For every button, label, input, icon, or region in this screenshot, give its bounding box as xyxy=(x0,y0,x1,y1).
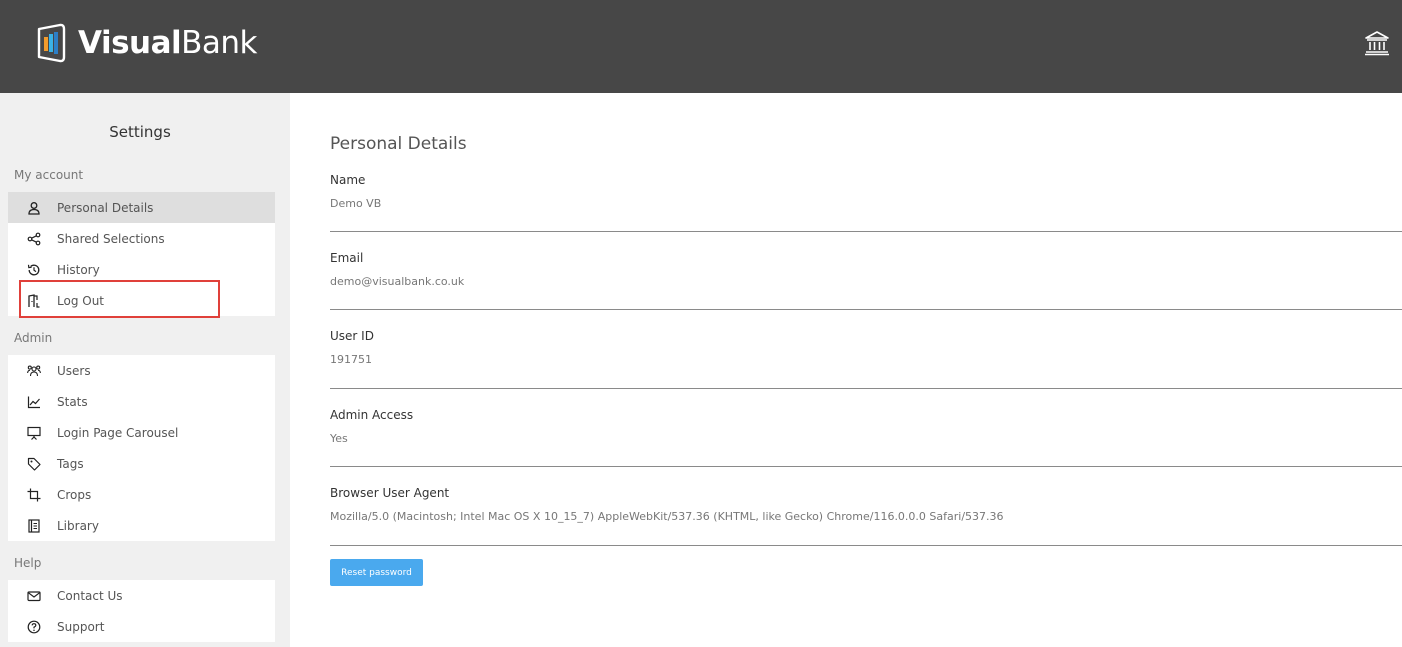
field-value: Yes xyxy=(330,432,348,445)
share-icon xyxy=(26,231,42,247)
sidebar-item-label: Personal Details xyxy=(57,200,154,215)
mail-icon xyxy=(26,588,42,604)
field-label: Admin Access xyxy=(330,408,414,422)
sidebar-item-label: Stats xyxy=(57,394,88,409)
sidebar-item-tags[interactable]: Tags xyxy=(8,448,275,479)
users-icon xyxy=(26,363,42,379)
sidebar-item-users[interactable]: Users xyxy=(8,355,275,386)
divider xyxy=(330,309,1402,310)
tag-icon xyxy=(26,456,42,472)
admin-access-field: Admin Access Yes xyxy=(330,408,1402,445)
field-value: 191751 xyxy=(330,353,372,366)
section-label-my-account: My account xyxy=(14,168,84,182)
book-icon xyxy=(26,518,42,534)
divider xyxy=(330,466,1402,467)
reset-password-button[interactable]: Reset password xyxy=(330,559,423,586)
sidebar-item-shared-selections[interactable]: Shared Selections xyxy=(8,223,275,254)
user-id-field: User ID 191751 xyxy=(330,329,1402,366)
sidebar-item-label: History xyxy=(57,262,100,277)
field-label: Browser User Agent xyxy=(330,486,450,500)
admin-group: Users Stats Login Page Carousel Tags Cro… xyxy=(8,355,275,541)
visualbank-logo[interactable]: VisualBank xyxy=(36,22,258,64)
settings-sidebar: Settings My account Personal Details Sha… xyxy=(0,93,290,647)
sidebar-item-label: Contact Us xyxy=(57,588,123,603)
field-label: User ID xyxy=(330,329,374,343)
sidebar-item-label: Library xyxy=(57,518,99,533)
divider xyxy=(330,231,1402,232)
divider xyxy=(330,388,1402,389)
sidebar-item-label: Login Page Carousel xyxy=(57,425,179,440)
section-label-help: Help xyxy=(14,556,42,570)
sidebar-item-login-page-carousel[interactable]: Login Page Carousel xyxy=(8,417,275,448)
logout-icon xyxy=(26,293,42,309)
crop-icon xyxy=(26,487,42,503)
sidebar-item-personal-details[interactable]: Personal Details xyxy=(8,192,275,223)
sidebar-item-log-out[interactable]: Log Out xyxy=(8,285,275,316)
field-value: Demo VB xyxy=(330,197,382,210)
sidebar-item-label: Crops xyxy=(57,487,92,502)
sidebar-item-label: Log Out xyxy=(57,293,105,308)
user-icon xyxy=(26,200,42,216)
sidebar-item-history[interactable]: History xyxy=(8,254,275,285)
field-value: Mozilla/5.0 (Macintosh; Intel Mac OS X 1… xyxy=(330,510,1004,523)
bank-icon[interactable] xyxy=(1364,30,1390,56)
field-value: demo@visualbank.co.uk xyxy=(330,275,465,288)
name-field: Name Demo VB xyxy=(330,173,1402,210)
browser-user-agent-field: Browser User Agent Mozilla/5.0 (Macintos… xyxy=(330,486,1402,523)
sidebar-item-support[interactable]: Support xyxy=(8,611,275,642)
email-field: Email demo@visualbank.co.uk xyxy=(330,251,1402,288)
sidebar-item-label: Users xyxy=(57,363,91,378)
chart-icon xyxy=(26,394,42,410)
divider xyxy=(330,545,1402,546)
page-title: Personal Details xyxy=(330,134,467,154)
sidebar-item-label: Shared Selections xyxy=(57,231,165,246)
sidebar-item-label: Tags xyxy=(57,456,84,471)
presentation-icon xyxy=(26,425,42,441)
logo-wordmark: VisualBank xyxy=(78,25,258,61)
field-label: Name xyxy=(330,173,366,187)
field-label: Email xyxy=(330,251,364,265)
my-account-group: Personal Details Shared Selections Histo… xyxy=(8,192,275,316)
top-header: VisualBank xyxy=(0,0,1402,93)
section-label-admin: Admin xyxy=(14,331,53,345)
sidebar-item-contact-us[interactable]: Contact Us xyxy=(8,580,275,611)
sidebar-item-label: Support xyxy=(57,619,105,634)
help-circle-icon xyxy=(26,619,42,635)
history-icon xyxy=(26,262,42,278)
sidebar-item-crops[interactable]: Crops xyxy=(8,479,275,510)
logo-mark-icon xyxy=(37,23,66,63)
help-group: Contact Us Support xyxy=(8,580,275,642)
sidebar-title: Settings xyxy=(109,123,171,141)
sidebar-item-stats[interactable]: Stats xyxy=(8,386,275,417)
sidebar-item-library[interactable]: Library xyxy=(8,510,275,541)
